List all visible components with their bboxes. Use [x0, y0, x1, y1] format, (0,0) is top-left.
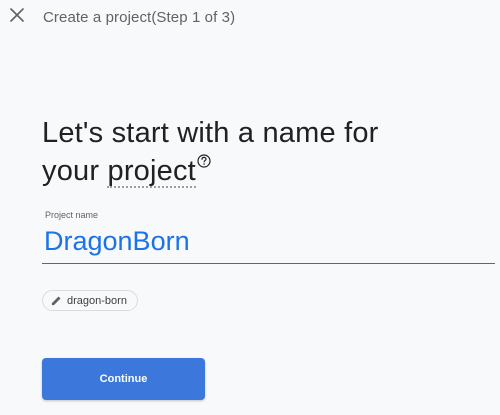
close-button[interactable] [6, 6, 28, 28]
pencil-icon [51, 295, 62, 306]
project-name-input[interactable] [42, 224, 495, 264]
close-icon [10, 7, 24, 27]
continue-button[interactable]: Continue [42, 358, 205, 400]
project-id-chip[interactable]: dragon-born [42, 290, 138, 311]
heading-line-1: Let's start with a name for [42, 117, 379, 149]
project-name-label: Project name [45, 210, 99, 220]
heading-prefix: your [42, 155, 108, 187]
project-id-label: dragon-born [67, 294, 127, 307]
create-project-page: Create a project(Step 1 of 3) Let's star… [0, 0, 500, 415]
heading-line-2: your project [42, 152, 482, 190]
top-bar: Create a project(Step 1 of 3) [0, 0, 500, 36]
page-heading: Let's start with a name for your project [42, 114, 482, 190]
project-term-link[interactable]: project [107, 156, 196, 188]
step-title: Create a project(Step 1 of 3) [43, 9, 236, 26]
help-circle-icon[interactable] [197, 154, 211, 168]
